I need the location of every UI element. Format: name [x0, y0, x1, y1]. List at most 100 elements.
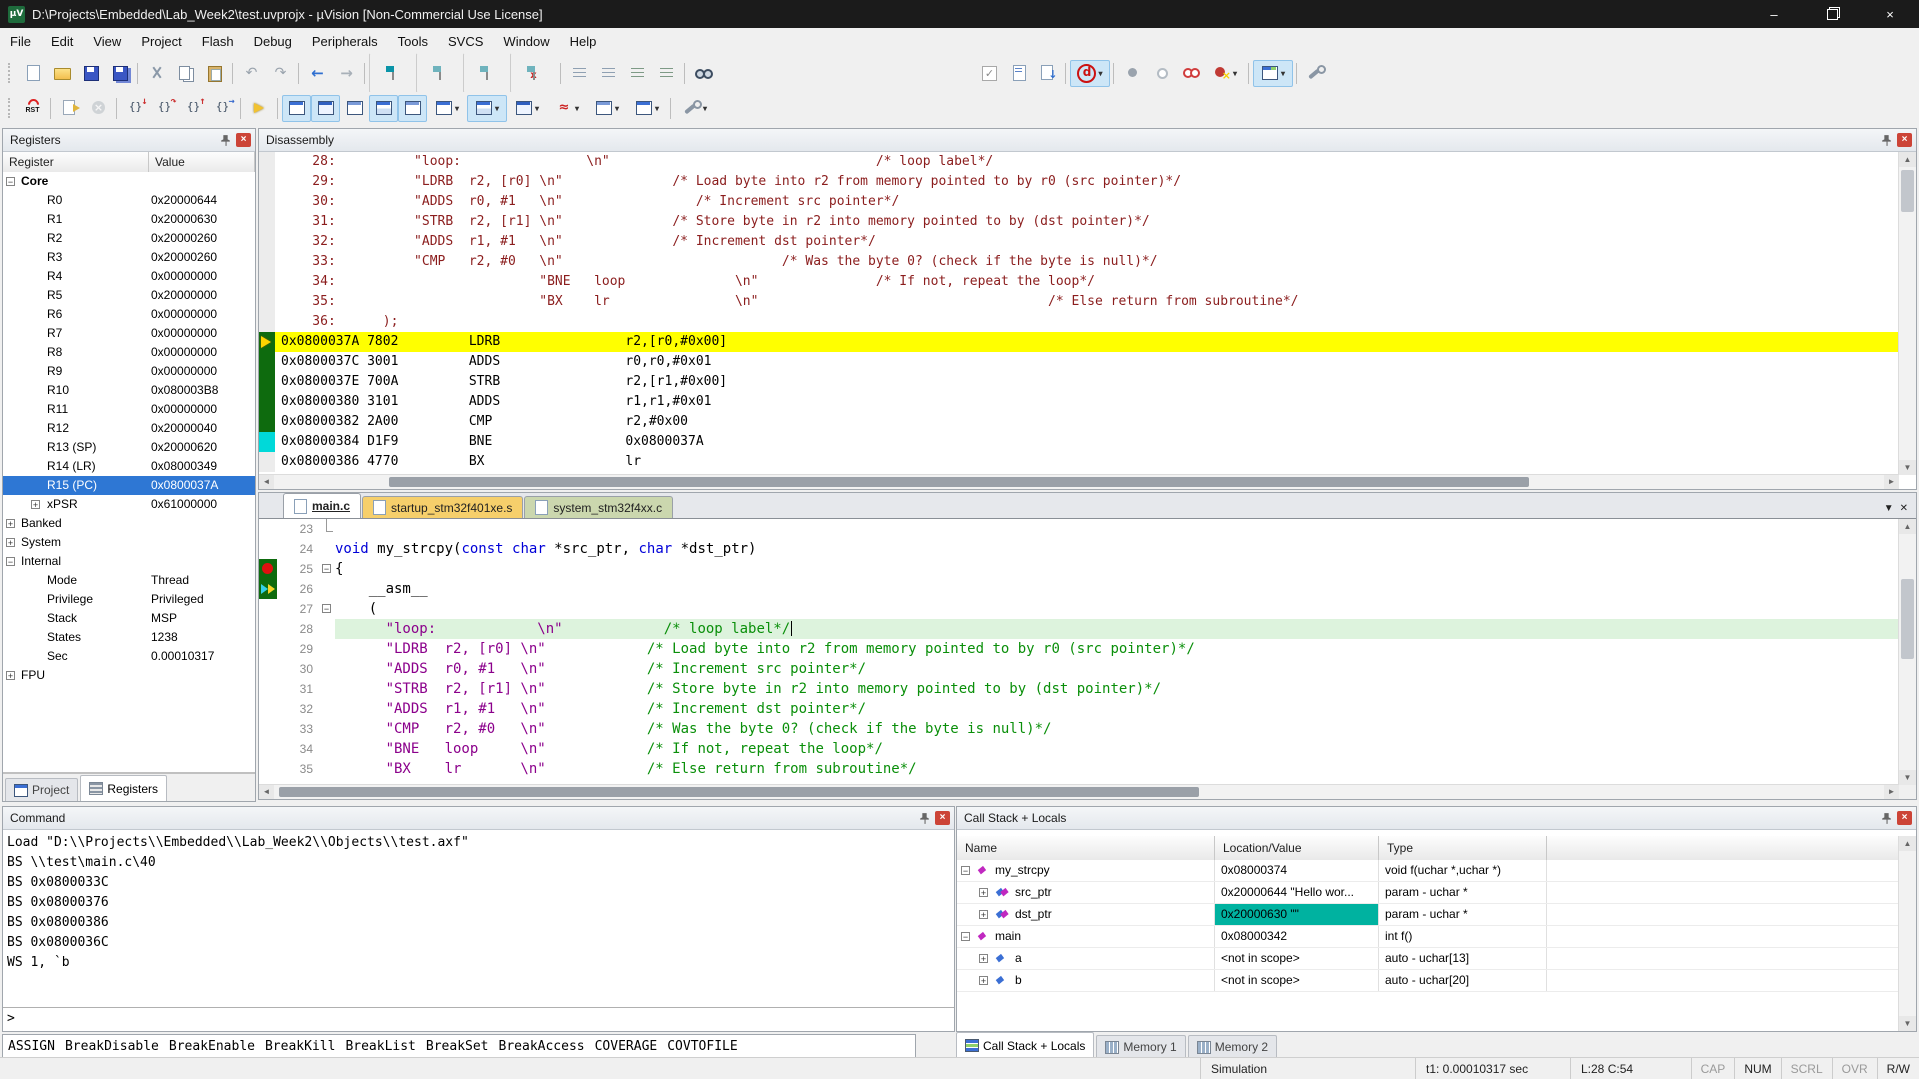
- close-button[interactable]: ×: [1861, 0, 1919, 28]
- disassembly-line[interactable]: 34: "BNE loop \n" /* If not, repeat the …: [259, 272, 1899, 292]
- callstack-value-cell[interactable]: 0x20000630 "": [1215, 904, 1379, 925]
- toolbar-button[interactable]: [1062, 61, 1070, 86]
- disassembly-line[interactable]: 33: "CMP r2, #0 \n" /* Was the byte 0? (…: [259, 252, 1899, 272]
- scroll-down-icon[interactable]: ▼: [1899, 460, 1916, 475]
- toolbar-button[interactable]: [274, 96, 282, 121]
- register-value[interactable]: MSP: [151, 609, 177, 628]
- fold-marker-icon[interactable]: [321, 539, 335, 559]
- toolbar-button[interactable]: [507, 95, 547, 122]
- toolbar-button[interactable]: {}: [121, 95, 150, 122]
- disassembly-horizontal-scrollbar[interactable]: ◄ ►: [259, 474, 1899, 489]
- disassembly-gutter[interactable]: [259, 432, 275, 452]
- register-row[interactable]: Stack MSP: [3, 609, 255, 628]
- editor-line[interactable]: 33 "CMP r2, #0 \n" /* Was the byte 0? (c…: [259, 719, 1899, 739]
- scroll-up-icon[interactable]: ▲: [1899, 519, 1916, 534]
- close-document-icon[interactable]: ✕: [1900, 503, 1908, 514]
- register-row[interactable]: Core: [3, 172, 255, 191]
- callstack-value-cell[interactable]: 0x08000374: [1215, 860, 1379, 881]
- close-panel-icon[interactable]: ×: [935, 811, 950, 825]
- toolbar-button[interactable]: [55, 95, 84, 122]
- minimize-button[interactable]: –: [1745, 0, 1803, 28]
- callstack-row[interactable]: dst_ptr 0x20000630 "" param - uchar *: [957, 904, 1899, 926]
- editor-line[interactable]: 26 __asm__: [259, 579, 1899, 599]
- title-bar[interactable]: µV D:\Projects\Embedded\Lab_Week2\test.u…: [0, 0, 1919, 28]
- callstack-name-cell[interactable]: dst_ptr: [957, 904, 1215, 925]
- toolbar-button[interactable]: [467, 95, 507, 122]
- editor-gutter-marker[interactable]: [259, 639, 277, 659]
- toolbar-button[interactable]: [652, 60, 681, 87]
- panel-tab[interactable]: Project: [5, 778, 78, 801]
- editor-gutter-marker[interactable]: [259, 539, 277, 559]
- menu-item[interactable]: Edit: [41, 29, 83, 54]
- scrollbar-thumb[interactable]: [1901, 579, 1914, 659]
- disassembly-gutter[interactable]: [259, 212, 275, 232]
- register-row[interactable]: R2 0x20000260: [3, 229, 255, 248]
- editor-line[interactable]: 30 "ADDS r0, #1 \n" /* Increment src poi…: [259, 659, 1899, 679]
- register-value[interactable]: Privileged: [151, 590, 204, 609]
- register-row[interactable]: R11 0x00000000: [3, 400, 255, 419]
- toolbar-button[interactable]: [361, 61, 369, 86]
- menu-item[interactable]: Help: [560, 29, 607, 54]
- command-panel-header[interactable]: Command ×: [3, 807, 954, 830]
- toolbar-button[interactable]: ✓: [975, 60, 1004, 87]
- editor-gutter-marker[interactable]: [259, 679, 277, 699]
- disassembly-line[interactable]: 0x0800037C 3001 ADDS r0,r0,#0x01: [259, 352, 1899, 372]
- scroll-down-icon[interactable]: ▼: [1899, 770, 1916, 785]
- scrollbar-thumb[interactable]: [279, 787, 1199, 797]
- editor-gutter-marker[interactable]: [259, 759, 277, 779]
- register-value[interactable]: 0x20000620: [151, 438, 217, 457]
- editor-line[interactable]: 23: [259, 519, 1899, 539]
- toolbar-button[interactable]: [675, 95, 715, 122]
- toolbar-button[interactable]: [340, 95, 369, 122]
- code-text[interactable]: "LDRB r2, [r0] \n" /* Load byte into r2 …: [335, 639, 1899, 659]
- tree-expander-icon[interactable]: [6, 557, 15, 566]
- code-text[interactable]: {: [335, 559, 1899, 579]
- code-text[interactable]: "STRB r2, [r1] \n" /* Store byte in r2 i…: [335, 679, 1899, 699]
- toolbar-button[interactable]: [718, 60, 975, 87]
- register-value[interactable]: 0x20000260: [151, 248, 217, 267]
- dropdown-arrow-icon[interactable]: [455, 104, 459, 113]
- register-row[interactable]: R6 0x00000000: [3, 305, 255, 324]
- maximize-button[interactable]: [1803, 0, 1861, 28]
- column-header[interactable]: Register: [3, 152, 149, 173]
- toolbar-button[interactable]: [113, 96, 121, 121]
- toolbar-button[interactable]: [1245, 61, 1253, 86]
- register-value[interactable]: Thread: [151, 571, 189, 590]
- disassembly-gutter[interactable]: [259, 412, 275, 432]
- register-row[interactable]: R5 0x20000000: [3, 286, 255, 305]
- register-value[interactable]: 0x00000000: [151, 362, 217, 381]
- column-header[interactable]: Name: [957, 836, 1215, 860]
- callstack-vertical-scrollbar[interactable]: ▲ ▼: [1898, 836, 1916, 1031]
- callstack-name-cell[interactable]: main: [957, 926, 1215, 947]
- scrollbar-thumb[interactable]: [389, 477, 1529, 487]
- code-text[interactable]: "loop: \n" /* loop label*/: [335, 619, 1899, 639]
- tree-expander-icon[interactable]: [979, 976, 988, 985]
- dropdown-arrow-icon[interactable]: [575, 104, 579, 113]
- toolbar-button[interactable]: [369, 95, 398, 122]
- register-row[interactable]: R14 (LR) 0x08000349: [3, 457, 255, 476]
- register-value[interactable]: 0x00000000: [151, 305, 217, 324]
- disassembly-gutter[interactable]: [259, 332, 275, 352]
- toolbar-button[interactable]: [1293, 61, 1301, 86]
- menu-item[interactable]: Project: [131, 29, 191, 54]
- fold-marker-icon[interactable]: [321, 719, 335, 739]
- toolbar-button[interactable]: [398, 95, 427, 122]
- editor-gutter-marker[interactable]: [259, 699, 277, 719]
- toolbar-button[interactable]: [229, 61, 237, 86]
- register-row[interactable]: R0 0x20000644: [3, 191, 255, 210]
- close-panel-icon[interactable]: ×: [236, 133, 251, 147]
- scroll-up-icon[interactable]: ▲: [1899, 152, 1916, 167]
- toolbar-button[interactable]: {}: [150, 95, 179, 122]
- register-row[interactable]: Internal: [3, 552, 255, 571]
- callstack-name-cell[interactable]: a: [957, 948, 1215, 969]
- disassembly-panel-header[interactable]: Disassembly ×: [259, 129, 1916, 152]
- tree-expander-icon[interactable]: [6, 519, 15, 528]
- disassembly-gutter[interactable]: [259, 252, 275, 272]
- register-row[interactable]: Banked: [3, 514, 255, 533]
- disassembly-line[interactable]: 30: "ADDS r0, #1 \n" /* Increment src po…: [259, 192, 1899, 212]
- toolbar-button[interactable]: [416, 53, 463, 93]
- toolbar-button[interactable]: {}: [208, 95, 237, 122]
- code-text[interactable]: "BX lr \n" /* Else return from subroutin…: [335, 759, 1899, 779]
- editor-line[interactable]: 31 "STRB r2, [r1] \n" /* Store byte in r…: [259, 679, 1899, 699]
- menu-item[interactable]: Flash: [192, 29, 244, 54]
